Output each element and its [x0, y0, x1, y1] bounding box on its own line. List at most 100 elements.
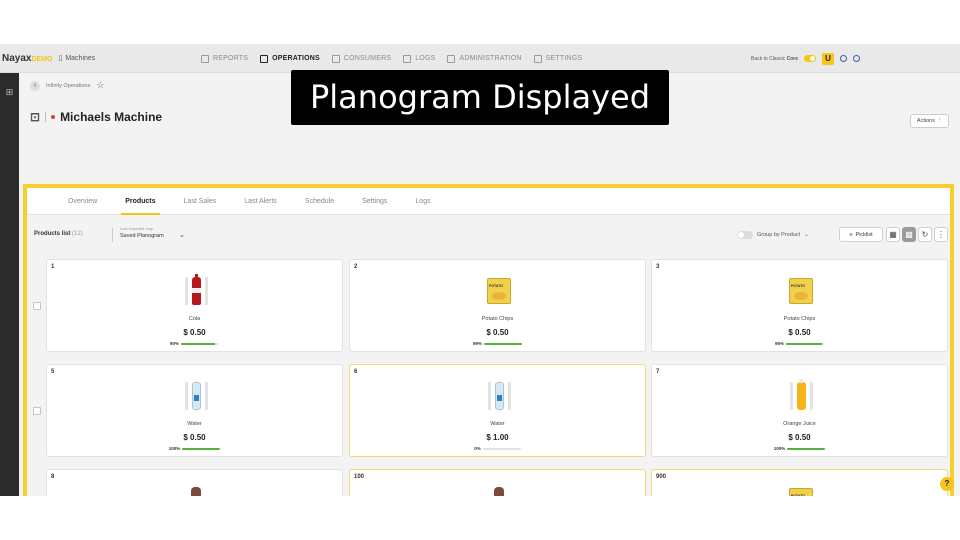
operations-icon [260, 54, 269, 63]
image-frame [507, 382, 511, 410]
row-checkbox[interactable] [33, 407, 41, 415]
top-navigation: NayaxDEMO ▯ Machines REPORTS OPERATIONS CO… [0, 44, 960, 73]
nav-item-label: LOGS [415, 55, 436, 62]
nav-item-consumers[interactable]: CONSUMERS [331, 54, 392, 63]
grid-view-icon[interactable]: ▩ [902, 227, 916, 242]
image-frame [789, 382, 793, 410]
nav-item-operations[interactable]: OPERATIONS [260, 54, 320, 63]
slot-number: 5 [51, 369, 55, 375]
last-imported-map[interactable]: Last imported map Saved Planogram [120, 226, 164, 239]
product-card[interactable]: 8Chocolate Milk [46, 469, 343, 496]
product-price: $ 0.50 [183, 433, 206, 442]
stock-level: 100% [47, 446, 342, 451]
stock-bar-fill [787, 447, 826, 450]
stock-bar [484, 342, 522, 345]
settings-icon [533, 54, 542, 63]
breadcrumb-item[interactable]: Infinity Operations [46, 83, 90, 89]
product-name: Cola [188, 316, 201, 322]
tab-logs[interactable]: Logs [415, 188, 430, 215]
group-by-toggle[interactable] [737, 231, 753, 239]
slot-number: 900 [656, 474, 667, 480]
stock-level: 0% [350, 446, 645, 451]
product-image [482, 274, 516, 308]
products-panel: Overview Products Last Sales Last Alerts Sch… [27, 188, 950, 496]
nav-item-label: CONSUMERS [343, 55, 392, 62]
tab-overview[interactable]: Overview [68, 188, 97, 215]
product-card[interactable]: 7 Orange Juice $ 0.50 100% [651, 364, 948, 457]
stock-bar-fill [484, 342, 522, 345]
nav-item-settings[interactable]: SETTINGS [533, 54, 583, 63]
chips-product-icon [487, 278, 511, 304]
tab-settings[interactable]: Settings [362, 188, 387, 215]
stock-percent: 95% [774, 341, 784, 346]
stock-bar [787, 447, 826, 450]
main-menu: REPORTS OPERATIONS CONSUMERS LOGS ADMINISTRA… [201, 44, 582, 73]
product-card[interactable]: 2 Potato Chips $ 0.50 99% [349, 259, 646, 352]
status-dot [51, 115, 56, 119]
stock-percent: 100% [773, 446, 786, 451]
machine-name: Michaels Machine [60, 110, 163, 124]
user-tools: Back to Classic Core U [751, 44, 860, 73]
administration-icon [447, 54, 456, 63]
slot-number: 6 [354, 369, 358, 375]
more-options-icon[interactable]: ⋮ [934, 227, 948, 242]
stock-bar [786, 342, 824, 345]
help-icon[interactable]: ? [940, 477, 954, 491]
nav-item-reports[interactable]: REPORTS [201, 54, 248, 63]
tab-schedule[interactable]: Schedule [305, 188, 334, 215]
image-frame [184, 382, 188, 410]
page-title: ⊡ Michaels Machine [30, 110, 162, 124]
nayax-logo[interactable]: NayaxDEMO [0, 53, 52, 64]
product-card[interactable]: 3 Potato Chips $ 0.50 95% [651, 259, 948, 352]
product-price: $ 0.50 [486, 328, 509, 337]
machines-menu[interactable]: ▯ Machines [58, 54, 95, 63]
hierarchy-icon[interactable]: ⊞ [0, 87, 19, 98]
actions-button[interactable]: Actions ⋮ [909, 114, 949, 128]
product-image [784, 274, 818, 308]
chips-product-icon [789, 488, 813, 496]
stock-bar [182, 447, 221, 450]
chevron-down-icon[interactable]: ⌄ [804, 232, 809, 238]
tab-last-sales[interactable]: Last Sales [184, 188, 217, 215]
slot-number: 3 [656, 264, 660, 270]
product-image [784, 484, 818, 496]
nav-item-administration[interactable]: ADMINISTRATION [447, 54, 522, 63]
classic-core-toggle[interactable] [804, 55, 816, 62]
product-card[interactable]: 900Potato Chips [651, 469, 948, 496]
stock-percent: 90% [169, 341, 179, 346]
nav-item-label: ADMINISTRATION [459, 55, 522, 62]
back-button[interactable]: ‹ [30, 80, 40, 91]
chevron-down-icon[interactable]: ⌄ [179, 231, 185, 239]
nav-item-logs[interactable]: LOGS [403, 54, 436, 63]
milk-product-icon [494, 487, 504, 496]
product-image [179, 274, 213, 308]
globe-icon[interactable] [853, 55, 860, 62]
slot-number: 8 [51, 474, 55, 480]
tab-products[interactable]: Products [121, 188, 160, 215]
user-avatar-icon[interactable]: U [822, 52, 834, 65]
tab-last-alerts[interactable]: Last Alerts [244, 188, 277, 215]
stock-bar-fill [181, 342, 216, 345]
nav-item-label: OPERATIONS [272, 55, 320, 62]
picklist-button[interactable]: ≡ Picklist [839, 227, 883, 242]
product-card[interactable]: 1 Cola $ 0.50 90% [46, 259, 343, 352]
group-by-product[interactable]: Group by Product ⌄ [737, 231, 809, 239]
row-checkbox[interactable] [33, 302, 41, 310]
product-price: $ 0.50 [788, 328, 811, 337]
product-price: $ 0.50 [788, 433, 811, 442]
stock-bar-fill [182, 447, 221, 450]
product-name: Water [187, 421, 202, 427]
slot-number: 7 [656, 369, 660, 375]
product-card[interactable]: 100Chocolate Milk [349, 469, 646, 496]
product-card[interactable]: 6 Water $ 1.00 0% [349, 364, 646, 457]
product-card[interactable]: 5 Water $ 0.50 100% [46, 364, 343, 457]
favorite-star-icon[interactable]: ☆ [96, 80, 104, 91]
product-image [482, 484, 516, 496]
chips-product-icon [789, 278, 813, 304]
image-frame [487, 382, 491, 410]
products-toolbar: Products list (12) Last imported map Save… [27, 223, 950, 247]
logs-icon [403, 54, 412, 63]
table-view-icon[interactable]: ▦ [886, 227, 900, 242]
refresh-icon[interactable]: ↻ [918, 227, 932, 242]
search-icon[interactable] [840, 55, 847, 62]
